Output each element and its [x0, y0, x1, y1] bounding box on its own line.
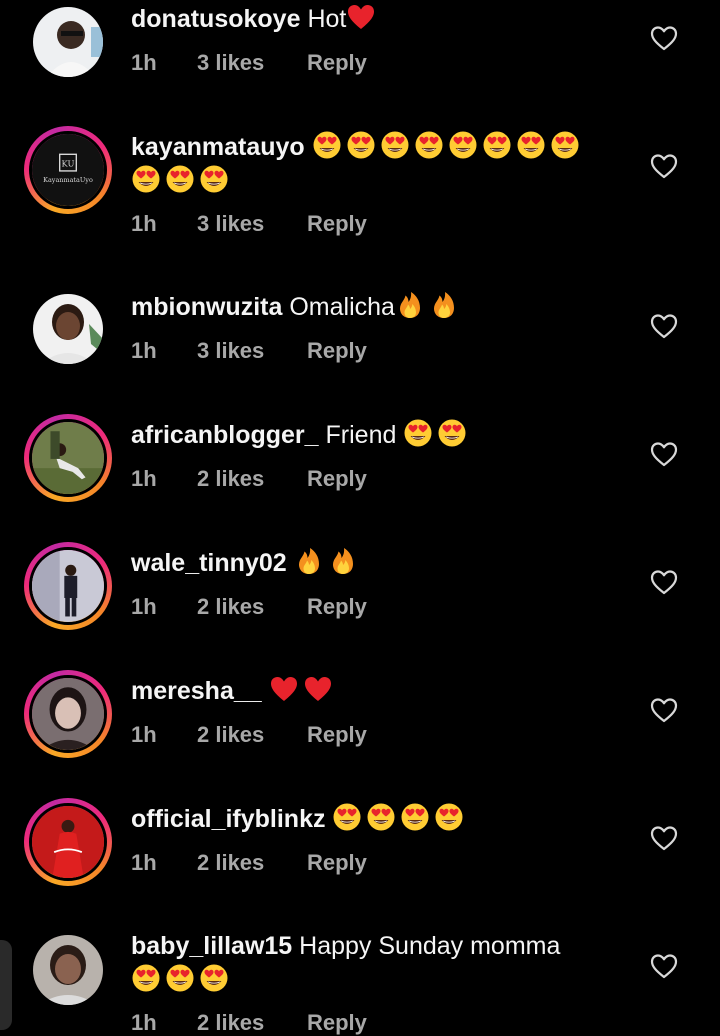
username[interactable]: meresha__ — [131, 677, 262, 705]
fire-emoji-icon — [395, 290, 425, 320]
likes-count[interactable]: 2 likes — [197, 850, 264, 876]
like-heart-icon[interactable] — [650, 569, 678, 595]
avatar-image — [33, 7, 103, 77]
comment-text: mbionwuzita Omalicha — [131, 290, 611, 324]
heart-eyes-emoji-icon — [380, 130, 410, 160]
likes-count[interactable]: 3 likes — [197, 50, 264, 76]
like-heart-icon[interactable] — [650, 313, 678, 339]
reply-button[interactable]: Reply — [307, 850, 367, 876]
reply-button[interactable]: Reply — [307, 594, 367, 620]
avatar-brand-text: KayanmataUyo — [43, 176, 93, 184]
likes-count[interactable]: 3 likes — [197, 338, 264, 364]
reply-button[interactable]: Reply — [307, 722, 367, 748]
avatar[interactable] — [24, 414, 112, 502]
like-heart-icon[interactable] — [650, 441, 678, 467]
avatar-image — [33, 294, 103, 364]
heart-eyes-emoji-icon — [312, 130, 342, 160]
like-heart-icon[interactable] — [650, 25, 678, 51]
timestamp: 1h — [131, 722, 157, 747]
avatar-image — [33, 935, 103, 1005]
red-heart-icon — [269, 674, 299, 704]
avatar-image — [29, 675, 107, 753]
likes-count[interactable]: 3 likes — [197, 211, 264, 237]
like-heart-icon[interactable] — [650, 825, 678, 851]
username[interactable]: baby_lillaw15 — [131, 932, 292, 960]
timestamp: 1h — [131, 850, 157, 875]
likes-count[interactable]: 2 likes — [197, 594, 264, 620]
avatar[interactable] — [24, 670, 112, 758]
comment-body: Happy Sunday momma — [299, 932, 561, 960]
comment-body: Friend — [325, 421, 397, 449]
heart-eyes-emoji-icon — [403, 418, 433, 448]
reply-button[interactable]: Reply — [307, 466, 367, 492]
username[interactable]: mbionwuzita — [131, 293, 282, 321]
fire-emoji-icon — [429, 290, 459, 320]
timestamp: 1h — [131, 1010, 157, 1035]
heart-eyes-emoji-icon — [199, 963, 229, 993]
like-heart-icon[interactable] — [650, 697, 678, 723]
heart-eyes-emoji-icon — [550, 130, 580, 160]
edge-panel-handle[interactable] — [0, 940, 12, 1030]
heart-eyes-emoji-icon — [165, 963, 195, 993]
username[interactable]: wale_tinny02 — [131, 549, 287, 577]
avatar[interactable] — [24, 926, 112, 1014]
like-heart-icon[interactable] — [650, 153, 678, 179]
avatar[interactable] — [24, 542, 112, 630]
avatar-monogram: KU — [62, 158, 75, 168]
reply-button[interactable]: Reply — [307, 50, 367, 76]
heart-eyes-emoji-icon — [366, 802, 396, 832]
heart-eyes-emoji-icon — [165, 164, 195, 194]
red-heart-icon — [303, 674, 333, 704]
avatar-image — [29, 803, 107, 881]
comment-body: Hot — [307, 5, 347, 33]
red-heart-icon — [346, 2, 376, 32]
likes-count[interactable]: 2 likes — [197, 1010, 264, 1036]
heart-eyes-emoji-icon — [414, 130, 444, 160]
comment-text: donatusokoye Hot — [131, 2, 611, 36]
heart-eyes-emoji-icon — [434, 802, 464, 832]
heart-eyes-emoji-icon — [482, 130, 512, 160]
heart-eyes-emoji-icon — [448, 130, 478, 160]
fire-emoji-icon — [294, 546, 324, 576]
likes-count[interactable]: 2 likes — [197, 722, 264, 748]
username[interactable]: official_ifyblinkz — [131, 805, 325, 833]
heart-eyes-emoji-icon — [516, 130, 546, 160]
avatar[interactable] — [24, 798, 112, 886]
heart-eyes-emoji-icon — [332, 802, 362, 832]
reply-button[interactable]: Reply — [307, 338, 367, 364]
avatar-image — [29, 547, 107, 625]
comment-text: baby_lillaw15 Happy Sunday momma — [131, 930, 611, 997]
like-heart-icon[interactable] — [650, 953, 678, 979]
timestamp: 1h — [131, 50, 157, 75]
username[interactable]: kayanmatauyo — [131, 133, 305, 161]
heart-eyes-emoji-icon — [437, 418, 467, 448]
avatar[interactable] — [24, 0, 112, 86]
comment-text: kayanmatauyo — [131, 130, 611, 198]
heart-eyes-emoji-icon — [400, 802, 430, 832]
comment-text: meresha__ — [131, 674, 611, 708]
avatar[interactable] — [24, 285, 112, 373]
fire-emoji-icon — [328, 546, 358, 576]
comment-text: official_ifyblinkz — [131, 802, 611, 836]
comment-body: Omalicha — [289, 293, 395, 321]
reply-button[interactable]: Reply — [307, 211, 367, 237]
heart-eyes-emoji-icon — [131, 963, 161, 993]
comment-text: africanblogger_ Friend — [131, 418, 611, 452]
heart-eyes-emoji-icon — [131, 164, 161, 194]
timestamp: 1h — [131, 594, 157, 619]
reply-button[interactable]: Reply — [307, 1010, 367, 1036]
timestamp: 1h — [131, 211, 157, 236]
avatar-image — [29, 419, 107, 497]
username[interactable]: africanblogger_ — [131, 421, 319, 449]
heart-eyes-emoji-icon — [346, 130, 376, 160]
likes-count[interactable]: 2 likes — [197, 466, 264, 492]
comment-text: wale_tinny02 — [131, 546, 611, 580]
timestamp: 1h — [131, 466, 157, 491]
timestamp: 1h — [131, 338, 157, 363]
avatar-image: KU KayanmataUyo — [29, 131, 107, 209]
heart-eyes-emoji-icon — [199, 164, 229, 194]
avatar[interactable]: KU KayanmataUyo — [24, 126, 112, 214]
username[interactable]: donatusokoye — [131, 5, 300, 33]
